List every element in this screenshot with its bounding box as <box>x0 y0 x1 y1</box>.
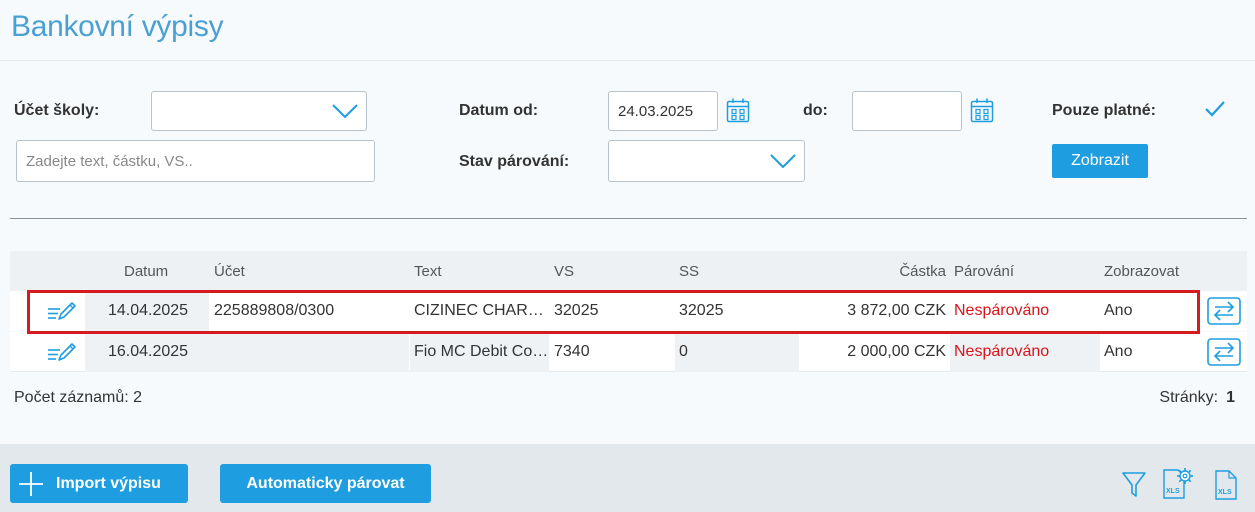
date-to-label: do: <box>803 102 828 119</box>
chevron-down-icon <box>770 154 796 168</box>
auto-pair-button[interactable]: Automaticky párovat <box>220 464 431 503</box>
search-field[interactable] <box>16 140 375 182</box>
pagination: Stránky: 1 <box>1159 389 1235 407</box>
import-statement-label: Import výpisu <box>56 474 161 492</box>
column-header-castka[interactable]: Částka <box>799 251 946 291</box>
date-from-input[interactable] <box>609 92 717 130</box>
pair-arrows-icon[interactable] <box>1207 338 1241 366</box>
pair-arrows-icon[interactable] <box>1207 297 1241 325</box>
school-account-label: Účet školy: <box>14 102 100 119</box>
cell-ucet <box>209 332 409 372</box>
pairing-state-label: Stav párování: <box>459 153 570 170</box>
chevron-down-icon <box>332 104 358 118</box>
import-statement-button[interactable]: Import výpisu <box>10 464 188 503</box>
valid-only-label: Pouze platné: <box>1052 102 1157 119</box>
calendar-icon[interactable] <box>726 98 750 123</box>
column-header-datum[interactable]: Datum <box>124 251 214 291</box>
filter-icon[interactable] <box>1122 472 1146 498</box>
svg-text:XLS: XLS <box>1166 488 1180 495</box>
table-row[interactable]: 16.04.2025 Fio MC Debit Corporate 7340 0… <box>10 332 1247 372</box>
cell-castka: 2 000,00 CZK <box>847 343 946 360</box>
page-title: Bankovní výpisy <box>11 10 224 43</box>
cell-castka: 3 872,00 CZK <box>847 302 946 319</box>
column-header-vs[interactable]: VS <box>554 251 679 291</box>
cell-text: CIZINEC CHARLES BIRD <box>414 302 549 319</box>
edit-icon[interactable] <box>47 341 77 363</box>
cell-vs: 32025 <box>554 302 599 319</box>
svg-text:XLS: XLS <box>1218 489 1232 496</box>
cell-zobrazovat: Ano <box>1104 302 1133 319</box>
column-header-ss[interactable]: SS <box>679 251 799 291</box>
cell-ss: 0 <box>675 332 799 372</box>
school-account-select[interactable] <box>151 91 367 131</box>
cell-text: Fio MC Debit Corporate <box>410 332 549 372</box>
cell-zobrazovat: Ano <box>1104 343 1133 360</box>
xls-export-icon[interactable]: XLS <box>1214 470 1238 500</box>
column-header-text[interactable]: Text <box>414 251 554 291</box>
xls-settings-icon[interactable]: XLS <box>1162 466 1194 500</box>
plus-icon <box>19 471 43 496</box>
cell-ss: 32025 <box>679 302 724 319</box>
cell-ucet: 225889808/0300 <box>214 302 335 319</box>
filter-divider <box>10 218 1247 219</box>
cell-vs: 7340 <box>554 343 590 360</box>
date-from-label: Datum od: <box>459 102 539 119</box>
date-from-field[interactable] <box>608 91 718 131</box>
search-input[interactable] <box>17 141 374 181</box>
table-row[interactable]: 14.04.2025 225889808/0300 CIZINEC CHARLE… <box>10 291 1247 331</box>
pairing-state-select[interactable] <box>608 140 805 182</box>
page-link-1[interactable]: 1 <box>1226 389 1235 406</box>
pages-label: Stránky: <box>1159 389 1219 406</box>
table-header: Datum Účet Text VS SS Částka Párování Zo… <box>10 251 1247 291</box>
show-button[interactable]: Zobrazit <box>1052 144 1148 178</box>
bottom-action-bar <box>0 444 1255 512</box>
cell-datum: 16.04.2025 <box>85 332 209 372</box>
cell-datum: 14.04.2025 <box>85 291 209 331</box>
calendar-icon[interactable] <box>970 98 994 123</box>
edit-icon[interactable] <box>47 300 77 322</box>
title-divider <box>0 60 1255 61</box>
record-count: Počet záznamů: 2 <box>14 389 143 406</box>
date-to-input[interactable] <box>853 92 961 130</box>
checkmark-icon[interactable] <box>1205 101 1225 117</box>
column-header-ucet[interactable]: Účet <box>214 251 414 291</box>
cell-parovani: Nespárováno <box>954 302 1050 319</box>
date-to-field[interactable] <box>852 91 962 131</box>
cell-parovani: Nespárováno <box>950 332 1100 372</box>
column-header-zobrazovat[interactable]: Zobrazovat <box>1104 251 1204 291</box>
column-header-parovani[interactable]: Párování <box>954 251 1104 291</box>
